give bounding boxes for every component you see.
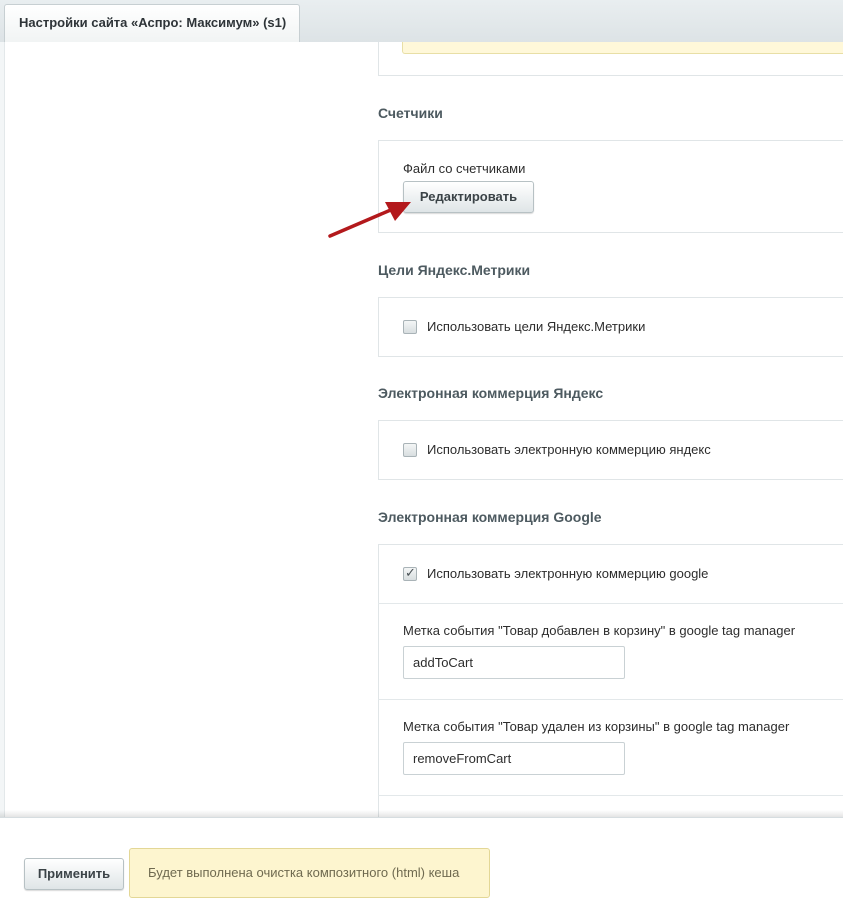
section-title-counters: Счетчики [378, 105, 443, 121]
google-ecommerce-checkbox-label: Использовать электронную коммерцию googl… [427, 566, 709, 581]
row-divider [378, 699, 843, 700]
section-title-yandex-ecommerce: Электронная коммерция Яндекс [378, 385, 604, 401]
row-divider [378, 795, 843, 796]
yandex-ecommerce-checkbox-label: Использовать электронную коммерцию яндек… [427, 442, 711, 457]
remove-from-cart-event-input[interactable]: removeFromCart [403, 742, 625, 775]
counters-file-label: Файл со счетчиками [403, 161, 526, 176]
add-to-cart-event-label: Метка события "Товар добавлен в корзину"… [403, 623, 796, 638]
section-title-yandex-goals: Цели Яндекс.Метрики [378, 262, 531, 278]
yandex-goals-checkbox[interactable] [403, 320, 417, 334]
apply-button[interactable]: Применить [24, 858, 124, 890]
add-to-cart-event-input[interactable]: addToCart [403, 646, 625, 679]
previous-notice-fragment [402, 42, 843, 54]
footer-bar: Применить Будет выполнена очистка композ… [0, 817, 843, 918]
row-divider [378, 603, 843, 604]
yandex-ecommerce-checkbox[interactable] [403, 443, 417, 457]
settings-content: Счетчики Файл со счетчиками Редактироват… [0, 42, 843, 817]
cache-notice: Будет выполнена очистка композитного (ht… [129, 848, 490, 898]
yandex-goals-checkbox-label: Использовать цели Яндекс.Метрики [427, 319, 646, 334]
red-arrow-icon [328, 202, 411, 238]
edit-counters-button[interactable]: Редактировать [403, 181, 534, 213]
tab-strip: Настройки сайта «Аспро: Максимум» (s1) [0, 0, 843, 43]
google-ecommerce-checkbox[interactable] [403, 565, 417, 581]
section-title-google-ecommerce: Электронная коммерция Google [378, 509, 602, 525]
google-ecommerce-box [378, 544, 843, 817]
remove-from-cart-event-label: Метка события "Товар удален из корзины" … [403, 719, 790, 734]
tab-site-settings[interactable]: Настройки сайта «Аспро: Максимум» (s1) [4, 4, 300, 42]
